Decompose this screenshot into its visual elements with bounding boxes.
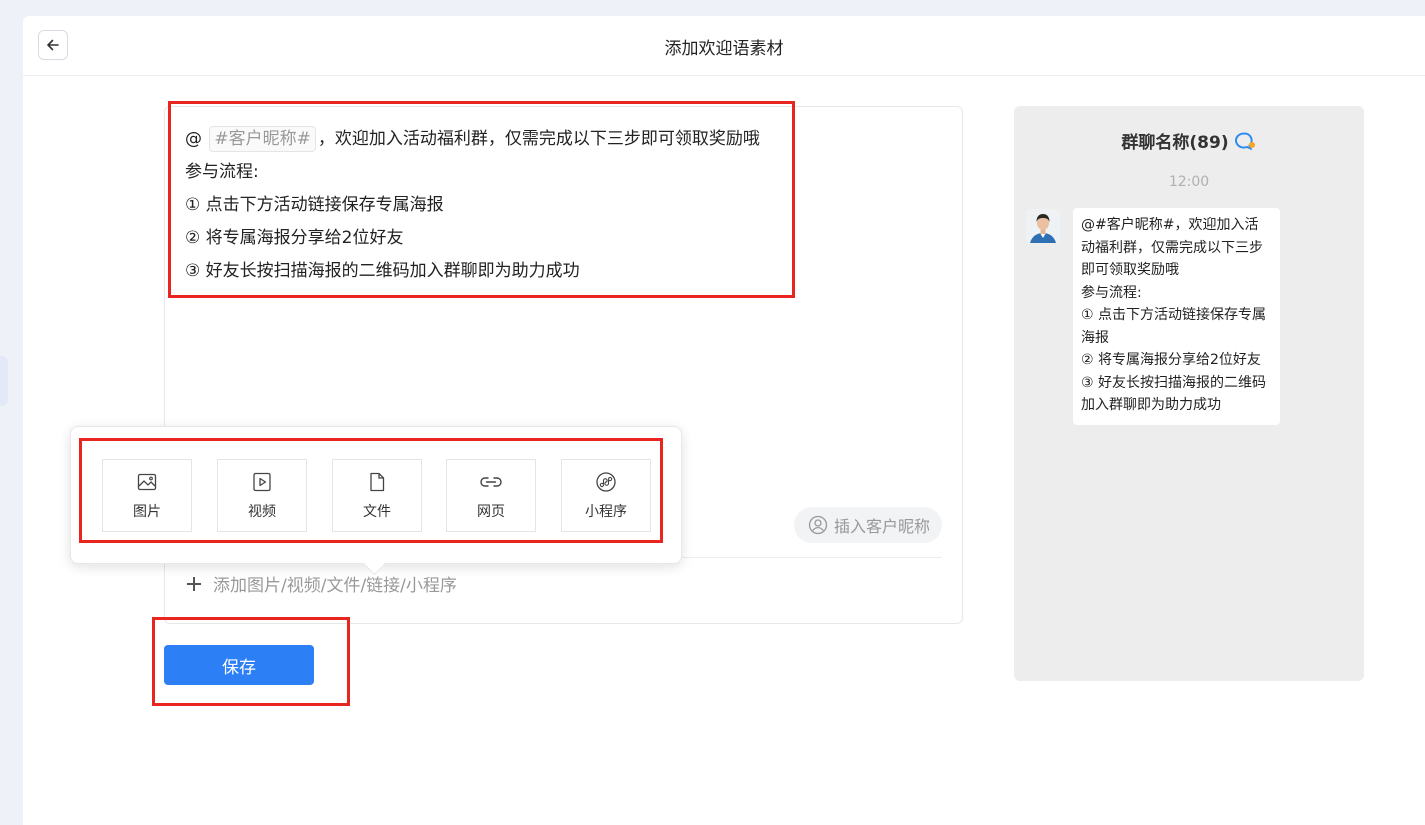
- bubble-line: @#客户昵称#，欢迎加入活动福利群，仅需完成以下三步即可领取奖励哦: [1081, 217, 1263, 278]
- add-attachment-label: 添加图片/视频/文件/链接/小程序: [213, 576, 457, 596]
- attachment-type-popover: 图片 视频 文件 网页 小程序: [70, 426, 682, 576]
- page-title: 添加欢迎语素材: [664, 39, 784, 59]
- bubble-line: 参与流程:: [1081, 284, 1142, 301]
- bubble-line: ① 点击下方活动链接保存专属海报: [1081, 307, 1267, 346]
- at-symbol: @: [185, 129, 202, 149]
- message-line: ① 点击下方活动链接保存专属海报: [185, 195, 444, 215]
- attach-mini-program-label: 小程序: [585, 503, 627, 520]
- attach-webpage-label: 网页: [477, 503, 505, 520]
- page-header: 添加欢迎语素材: [23, 16, 1425, 76]
- group-chat-title: 群聊名称(89): [1014, 128, 1364, 156]
- attach-webpage-button[interactable]: 网页: [446, 459, 536, 532]
- attach-file-button[interactable]: 文件: [332, 459, 422, 532]
- group-chat-name: 群聊名称(89): [1121, 133, 1229, 153]
- message-text[interactable]: @ #客户昵称# ，欢迎加入活动福利群，仅需完成以下三步即可领取奖励哦 参与流程:…: [185, 123, 760, 288]
- group-chat-icon: [1233, 131, 1257, 156]
- add-attachment-button[interactable]: 添加图片/视频/文件/链接/小程序: [185, 571, 457, 596]
- message-time: 12:00: [1168, 174, 1210, 190]
- message-line: ③ 好友长按扫描海报的二维码加入群聊即为助力成功: [185, 261, 580, 281]
- attach-mini-program-button[interactable]: 小程序: [561, 459, 651, 532]
- file-icon: [370, 472, 385, 491]
- attach-video-label: 视频: [248, 503, 276, 520]
- image-icon: [137, 473, 157, 490]
- user-icon: [808, 515, 828, 535]
- avatar: [1026, 209, 1060, 243]
- video-icon: [253, 472, 271, 491]
- attach-image-label: 图片: [133, 503, 161, 520]
- mini-program-icon: [596, 471, 616, 492]
- main-panel: 添加欢迎语素材 @ #客户昵称# ，欢迎加入活动福利群，仅需完成以下三步即可领取奖…: [23, 16, 1425, 825]
- side-collapse-tab[interactable]: [0, 356, 8, 406]
- bubble-line: ③ 好友长按扫描海报的二维码加入群聊即为助力成功: [1081, 374, 1267, 414]
- attach-file-label: 文件: [363, 503, 391, 520]
- message-line: 参与流程:: [185, 162, 259, 182]
- attach-image-button[interactable]: 图片: [102, 459, 192, 532]
- insert-nickname-label: 插入客户昵称: [833, 517, 930, 536]
- save-button[interactable]: 保存: [164, 645, 314, 685]
- plus-icon: [187, 576, 201, 591]
- link-icon: [480, 476, 502, 487]
- attach-video-button[interactable]: 视频: [217, 459, 307, 532]
- bubble-line: ② 将专属海报分享给2位好友: [1081, 352, 1261, 368]
- message-line-1: ，欢迎加入活动福利群，仅需完成以下三步即可领取奖励哦: [317, 129, 760, 149]
- insert-nickname-button[interactable]: 插入客户昵称: [793, 507, 942, 543]
- nickname-tag[interactable]: #客户昵称#: [209, 126, 316, 152]
- message-bubble: @#客户昵称#，欢迎加入活动福利群，仅需完成以下三步即可领取奖励哦 参与流程: …: [1073, 208, 1280, 425]
- message-line: ② 将专属海报分享给2位好友: [185, 228, 404, 248]
- chat-preview: 群聊名称(89) 12:00 @#客户昵称#，欢迎加入活动福利群，仅需完成以下三…: [1014, 106, 1364, 681]
